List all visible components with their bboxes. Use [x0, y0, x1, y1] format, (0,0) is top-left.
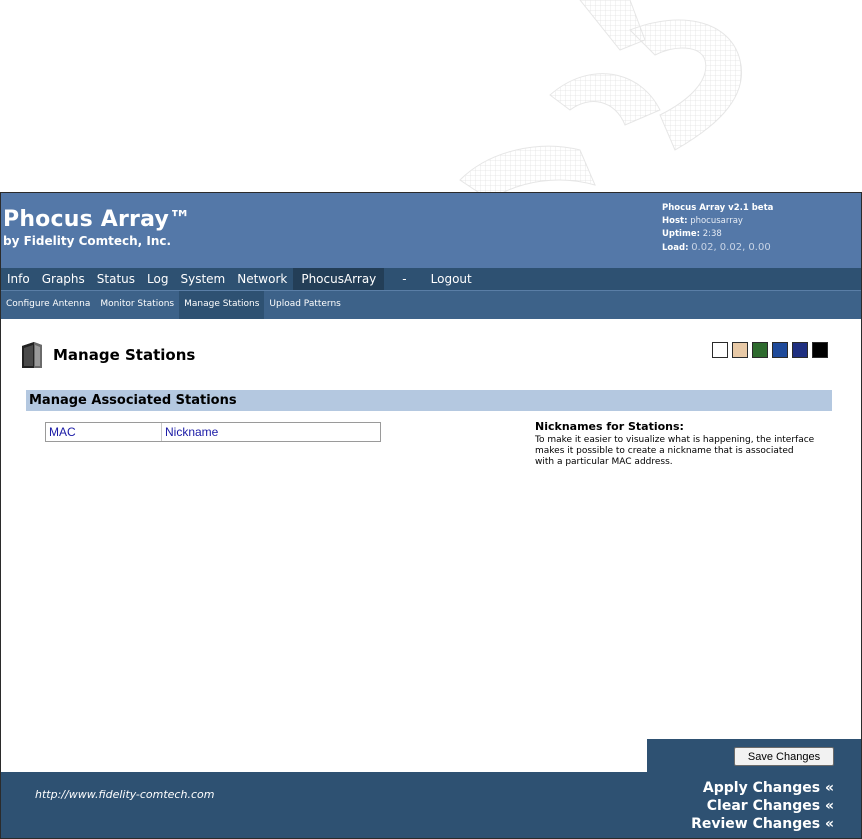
- save-changes-button[interactable]: Save Changes: [734, 747, 834, 766]
- nav-status[interactable]: Status: [91, 268, 141, 290]
- device-icon: [18, 340, 46, 370]
- subnav-configure-antenna[interactable]: Configure Antenna: [1, 291, 95, 319]
- nav-info[interactable]: Info: [1, 268, 36, 290]
- help-panel: Nicknames for Stations: To make it easie…: [535, 420, 815, 468]
- footer-actions: Apply Changes « Clear Changes « Review C…: [691, 779, 834, 833]
- save-bar: Save Changes: [647, 739, 861, 772]
- nav-graphs[interactable]: Graphs: [36, 268, 91, 290]
- section-header: Manage Associated Stations: [26, 390, 832, 411]
- swatch-black[interactable]: [812, 342, 828, 358]
- page-title: Manage Stations: [53, 346, 196, 364]
- nav-logout[interactable]: Logout: [425, 268, 478, 290]
- theme-swatches: [712, 342, 828, 358]
- main-nav: Info Graphs Status Log System Network Ph…: [1, 268, 861, 290]
- sub-nav: Configure Antenna Monitor Stations Manag…: [1, 290, 861, 319]
- apply-changes-link[interactable]: Apply Changes «: [691, 779, 834, 797]
- review-changes-link[interactable]: Review Changes «: [691, 815, 834, 833]
- app-window: Phocus Array™ by Fidelity Comtech, Inc. …: [0, 192, 862, 839]
- nav-network[interactable]: Network: [231, 268, 293, 290]
- column-header-nickname[interactable]: Nickname: [162, 423, 380, 441]
- host-line: Host: phocusarray: [662, 216, 743, 226]
- help-title: Nicknames for Stations:: [535, 420, 684, 433]
- host-value: phocusarray: [690, 216, 743, 226]
- stations-table: MAC Nickname: [45, 422, 381, 442]
- footer: http://www.fidelity-comtech.com Apply Ch…: [1, 772, 861, 838]
- uptime-value: 2:38: [702, 229, 722, 239]
- load-line: Load: 0.02, 0.02, 0.00: [662, 242, 771, 253]
- nav-separator: -: [402, 272, 407, 286]
- brand-title: Phocus Array™: [3, 207, 192, 232]
- nav-log[interactable]: Log: [141, 268, 174, 290]
- swatch-green[interactable]: [752, 342, 768, 358]
- swatch-navy[interactable]: [792, 342, 808, 358]
- clear-changes-link[interactable]: Clear Changes «: [691, 797, 834, 815]
- column-header-mac[interactable]: MAC: [46, 423, 162, 441]
- swatch-blue[interactable]: [772, 342, 788, 358]
- page-title-row: Manage Stations: [18, 340, 195, 370]
- system-info: Phocus Array v2.1 beta Host: phocusarray…: [662, 202, 773, 255]
- swatch-tan[interactable]: [732, 342, 748, 358]
- subnav-monitor-stations[interactable]: Monitor Stations: [95, 291, 179, 319]
- nav-phocusarray[interactable]: PhocusArray: [293, 268, 385, 290]
- watermark-graphic: [430, 0, 790, 201]
- nav-system[interactable]: System: [174, 268, 231, 290]
- brand-subtitle: by Fidelity Comtech, Inc.: [3, 234, 172, 248]
- swatch-white[interactable]: [712, 342, 728, 358]
- load-value: 0.02, 0.02, 0.00: [691, 242, 771, 253]
- help-body: To make it easier to visualize what is h…: [535, 435, 815, 467]
- app-header: Phocus Array™ by Fidelity Comtech, Inc. …: [1, 193, 861, 268]
- subnav-manage-stations[interactable]: Manage Stations: [179, 291, 265, 319]
- version-text: Phocus Array v2.1 beta: [662, 203, 774, 213]
- footer-url[interactable]: http://www.fidelity-comtech.com: [35, 788, 214, 801]
- subnav-upload-patterns[interactable]: Upload Patterns: [264, 291, 345, 319]
- uptime-line: Uptime: 2:38: [662, 229, 722, 239]
